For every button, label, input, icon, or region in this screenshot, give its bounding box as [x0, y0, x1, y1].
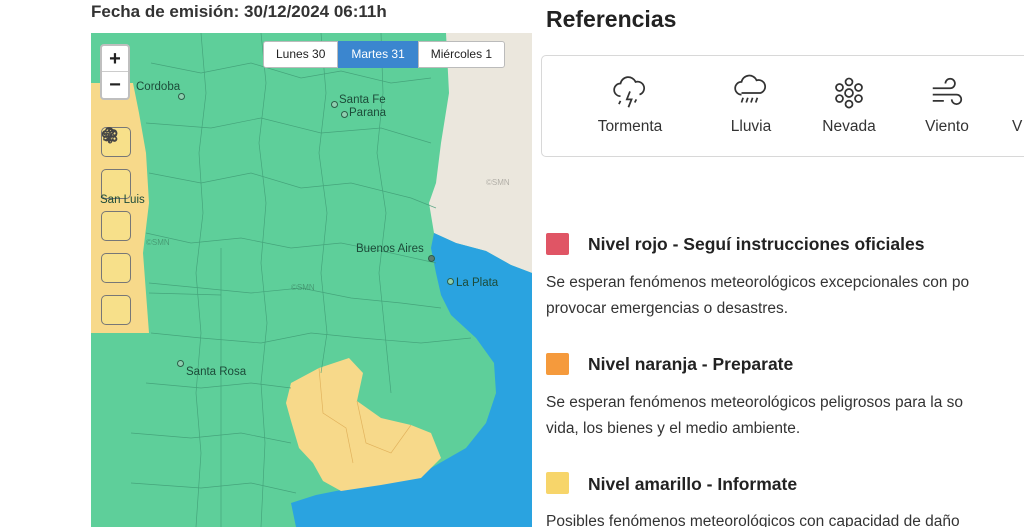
zoom-in-button[interactable]: +: [102, 46, 128, 72]
reference-snow: Nevada: [794, 56, 904, 136]
zoom-control[interactable]: + −: [100, 44, 130, 100]
references-title: Referencias: [546, 6, 677, 32]
level-red-desc-line2: provocar emergencias o desastres.: [546, 300, 789, 317]
snow-icon: [835, 77, 863, 109]
city-label-buenos-aires: Buenos Aires: [356, 243, 424, 255]
city-label-cordoba: Cordoba: [136, 81, 181, 93]
map-watermark: ©SMN: [146, 238, 170, 247]
city-marker: [177, 360, 184, 367]
reference-partial: V: [1012, 118, 1023, 135]
snow-filter-button[interactable]: [101, 128, 131, 241]
hazard-filter[interactable]: [101, 127, 131, 337]
level-yellow-swatch: [546, 472, 569, 494]
reference-label: Tormenta: [597, 118, 663, 135]
map-watermark: ©SMN: [291, 283, 315, 292]
reference-label: Lluvia: [730, 118, 772, 135]
emission-date: Fecha de emisión: 30/12/2024 06:11h: [91, 2, 387, 21]
day-selector[interactable]: Lunes 30 Martes 31 Miércoles 1: [263, 41, 506, 68]
reference-rain: Lluvia: [696, 56, 806, 136]
day-tab-martes[interactable]: Martes 31: [338, 41, 418, 68]
zoom-out-button[interactable]: −: [102, 72, 128, 98]
level-orange-desc-line1: Se esperan fenómenos meteorológicos peli…: [546, 394, 964, 411]
city-label-parana: Parana: [349, 107, 387, 119]
wind-filter-button[interactable]: [101, 128, 131, 283]
city-marker: [178, 93, 185, 100]
city-marker: [447, 278, 454, 285]
level-orange-title: Nivel naranja - Preparate: [588, 354, 794, 374]
level-red-title: Nivel rojo - Seguí instrucciones oficial…: [588, 234, 925, 254]
reference-label: Nevada: [822, 118, 876, 135]
map-watermark: ©SMN: [486, 178, 510, 187]
heat-icon: [104, 130, 116, 142]
city-label-santa-fe: Santa Fe: [339, 94, 386, 106]
level-yellow-desc-line1: Posibles fenómenos meteorológicos con ca…: [546, 513, 960, 527]
level-orange-swatch: [546, 353, 569, 375]
city-marker: [341, 111, 348, 118]
day-tab-lunes[interactable]: Lunes 30: [263, 41, 339, 68]
rain-icon: [734, 74, 767, 103]
reference-wind: Viento: [892, 56, 1002, 136]
alert-map[interactable]: + − Lunes 30 Martes 31 Miércoles 1 Cordo…: [91, 33, 532, 527]
wind-icon: [932, 77, 963, 105]
city-label-santa-rosa: Santa Rosa: [186, 366, 247, 378]
reference-label: Viento: [925, 118, 969, 135]
storm-icon: [613, 76, 646, 108]
heat-filter-button[interactable]: [101, 130, 131, 325]
level-yellow-title: Nivel amarillo - Informate: [588, 474, 798, 494]
level-orange-desc-line2: vida, los bienes y el medio ambiente.: [546, 420, 801, 437]
city-marker: [331, 101, 338, 108]
city-label-la-plata: La Plata: [456, 277, 499, 289]
day-tab-miercoles[interactable]: Miércoles 1: [417, 41, 506, 68]
reference-storm: Tormenta: [575, 56, 685, 136]
level-red-swatch: [546, 233, 569, 255]
level-red-desc-line1: Se esperan fenómenos meteorológicos exce…: [546, 274, 970, 291]
references-card: Tormenta Lluvia Nevada Viento V: [541, 55, 1024, 157]
city-label-san-luis: San Luis: [100, 194, 145, 206]
city-marker-buenos-aires: [428, 255, 435, 262]
